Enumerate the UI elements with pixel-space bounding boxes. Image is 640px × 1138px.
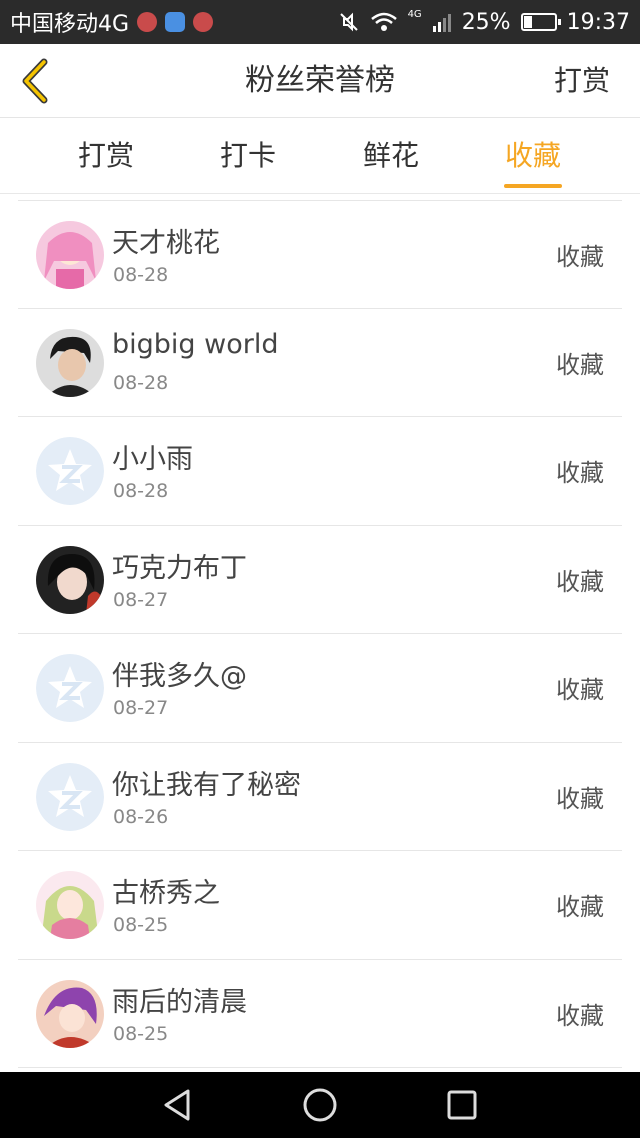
battery-percent: 25%: [461, 9, 511, 35]
network-type: 4G: [407, 8, 422, 20]
tab-label: 收藏: [504, 139, 561, 172]
avatar: [36, 871, 104, 939]
app-header: 粉丝荣誉榜 打赏: [0, 44, 640, 118]
default-avatar-icon: [36, 437, 104, 505]
battery-icon: [520, 13, 561, 31]
list-item[interactable]: 伴我多久@ 08-27 收藏: [18, 634, 622, 743]
tab-reward[interactable]: 打赏: [56, 118, 156, 194]
date: 08-28: [113, 371, 169, 394]
battery-level: [523, 16, 532, 28]
user-name: 雨后的清晨: [112, 986, 247, 1018]
carrier-label: 中国移动4G: [10, 12, 130, 37]
user-name: 巧克力布丁: [112, 552, 247, 584]
fan-list: 天才桃花 08-28 收藏 bigbig world 08-28 收藏 小小雨 …: [18, 200, 622, 1068]
list-item[interactable]: 天才桃花 08-28 收藏: [18, 200, 622, 309]
list-item[interactable]: 小小雨 08-28 收藏: [18, 417, 622, 526]
tab-flowers[interactable]: 鲜花: [341, 118, 441, 194]
date: 08-27: [113, 697, 169, 719]
notification-icon: [193, 12, 214, 32]
nav-home-button[interactable]: [300, 1085, 340, 1125]
action-label: 收藏: [556, 893, 604, 921]
notification-icon: [137, 12, 158, 32]
avatar: [36, 221, 104, 289]
list-item[interactable]: 你让我有了秘密 08-26 收藏: [18, 743, 622, 851]
tab-label: 鲜花: [362, 139, 419, 172]
date: 08-25: [113, 1022, 169, 1045]
page-title: 粉丝荣誉榜: [245, 63, 395, 98]
system-nav-bar: [0, 1072, 640, 1138]
circle-home-icon: [303, 1088, 337, 1122]
wifi-icon: [370, 12, 397, 31]
date: 08-26: [113, 805, 169, 828]
list-item[interactable]: 巧克力布丁 08-27 收藏: [18, 526, 622, 634]
avatar: [36, 545, 104, 614]
avatar: [36, 328, 104, 397]
tab-bar: 打赏 打卡 鲜花 收藏: [0, 118, 640, 194]
nav-recents-button[interactable]: [442, 1085, 482, 1125]
list-item[interactable]: 古桥秀之 08-25 收藏: [18, 851, 622, 960]
active-tab-indicator: [504, 184, 562, 188]
date: 08-25: [113, 914, 169, 936]
tab-label: 打赏: [77, 139, 134, 172]
clock: 19:37: [566, 9, 630, 35]
avatar: [36, 979, 104, 1048]
action-label: 收藏: [556, 350, 604, 379]
reward-button[interactable]: 打赏: [554, 44, 610, 118]
tab-label: 打卡: [219, 139, 276, 172]
action-label: 收藏: [556, 784, 604, 813]
nav-back-button[interactable]: [158, 1085, 198, 1125]
action-label: 收藏: [556, 676, 604, 704]
default-avatar-icon: [36, 654, 104, 722]
tab-checkin[interactable]: 打卡: [198, 118, 298, 194]
action-label: 收藏: [556, 567, 604, 596]
cloud-app-icon: [165, 12, 186, 32]
default-avatar-icon: [36, 762, 104, 831]
user-name: 小小雨: [112, 444, 193, 475]
action-label: 收藏: [556, 1001, 604, 1030]
user-name: 古桥秀之: [112, 878, 220, 909]
action-label: 收藏: [556, 459, 604, 487]
date: 08-27: [113, 588, 169, 611]
action-label: 收藏: [556, 243, 604, 271]
user-name: 伴我多久@: [112, 661, 247, 692]
square-recents-icon: [447, 1090, 477, 1120]
date: 08-28: [113, 480, 169, 502]
tab-favorites[interactable]: 收藏: [483, 118, 583, 194]
list-item[interactable]: bigbig world 08-28 收藏: [18, 309, 622, 417]
user-name: bigbig world: [112, 328, 279, 360]
user-name: 你让我有了秘密: [112, 769, 301, 801]
user-name: 天才桃花: [112, 228, 220, 259]
list-item[interactable]: 雨后的清晨 08-25 收藏: [18, 960, 622, 1068]
status-bar: 中国移动4G 4G 25% 19:37: [0, 0, 640, 44]
signal-icon: [432, 14, 451, 32]
date: 08-28: [113, 264, 169, 286]
triangle-back-icon: [164, 1089, 190, 1121]
mute-icon: [339, 12, 358, 32]
